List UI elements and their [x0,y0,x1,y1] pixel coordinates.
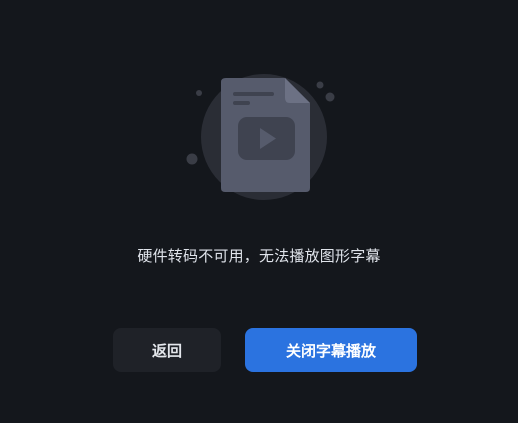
decor-dot [186,153,198,165]
decor-dot [325,92,335,102]
decor-dot [316,81,324,89]
close-subtitle-button[interactable]: 关闭字幕播放 [245,328,417,372]
decor-dot [196,90,202,96]
subtitle-file-illustration [186,74,335,200]
subtitle-error-dialog: 硬件转码不可用，无法播放图形字幕 返回 关闭字幕播放 [0,0,518,423]
document-icon [221,78,310,192]
back-button[interactable]: 返回 [113,328,221,372]
error-message: 硬件转码不可用，无法播放图形字幕 [137,247,381,265]
